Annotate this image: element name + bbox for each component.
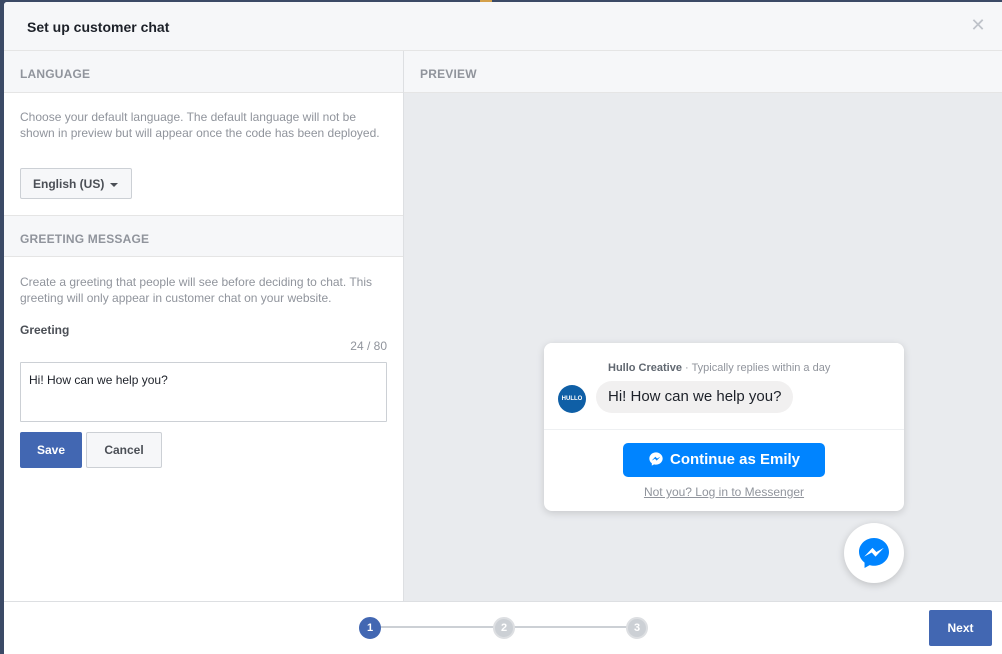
messenger-icon <box>859 538 889 568</box>
preview-section-header: PREVIEW <box>404 51 1002 93</box>
greeting-description: Create a greeting that people will see b… <box>20 275 372 305</box>
page-meta: Hullo Creative · Typically replies withi… <box>608 362 830 374</box>
not-you-link[interactable]: Not you? Log in to Messenger <box>544 485 904 499</box>
step-1: 1 <box>359 617 381 639</box>
preview-panel: PREVIEW Hullo Creative · Typically repli… <box>404 51 1002 601</box>
greeting-char-counter: 24 / 80 <box>350 339 387 353</box>
language-section-header: LANGUAGE <box>4 51 403 93</box>
save-button[interactable]: Save <box>20 432 82 468</box>
dialog-footer: 1 2 3 Next <box>4 601 1002 654</box>
greeting-textarea[interactable]: Hi! How can we help you? <box>20 362 387 422</box>
chat-header-area: Hullo Creative · Typically replies withi… <box>544 343 904 430</box>
dialog-titlebar: Set up customer chat ✕ <box>4 2 1002 51</box>
greeting-section-header: GREETING MESSAGE <box>4 215 403 257</box>
dialog-title: Set up customer chat <box>27 19 170 35</box>
messenger-fab-button[interactable] <box>844 523 904 583</box>
settings-panel: LANGUAGE Choose your default language. T… <box>4 51 404 601</box>
reply-time: Typically replies within a day <box>691 362 831 374</box>
next-button[interactable]: Next <box>929 610 992 646</box>
cancel-button[interactable]: Cancel <box>86 432 162 468</box>
step-connector <box>513 626 633 628</box>
step-2: 2 <box>493 617 515 639</box>
greeting-label: Greeting <box>20 323 70 337</box>
step-connector <box>379 626 499 628</box>
setup-dialog: Set up customer chat ✕ LANGUAGE Choose y… <box>4 2 1002 654</box>
page-name: Hullo Creative <box>608 362 682 374</box>
greeting-bubble: Hi! How can we help you? <box>596 381 794 413</box>
messenger-icon <box>648 446 664 480</box>
chevron-down-icon <box>110 182 119 187</box>
step-3: 3 <box>626 617 648 639</box>
language-description: Choose your default language. The defaul… <box>20 110 380 140</box>
page-avatar: HULLO <box>558 385 586 413</box>
continue-as-button[interactable]: Continue as Emily <box>623 443 825 477</box>
chat-preview-card: Hullo Creative · Typically replies withi… <box>544 343 904 511</box>
close-icon[interactable]: ✕ <box>968 15 988 35</box>
step-indicator: 1 2 3 <box>359 615 648 639</box>
meta-separator: · <box>685 362 689 374</box>
language-selected-value: English (US) <box>33 177 105 191</box>
language-dropdown[interactable]: English (US) <box>20 168 132 199</box>
continue-as-label: Continue as Emily <box>669 451 801 468</box>
